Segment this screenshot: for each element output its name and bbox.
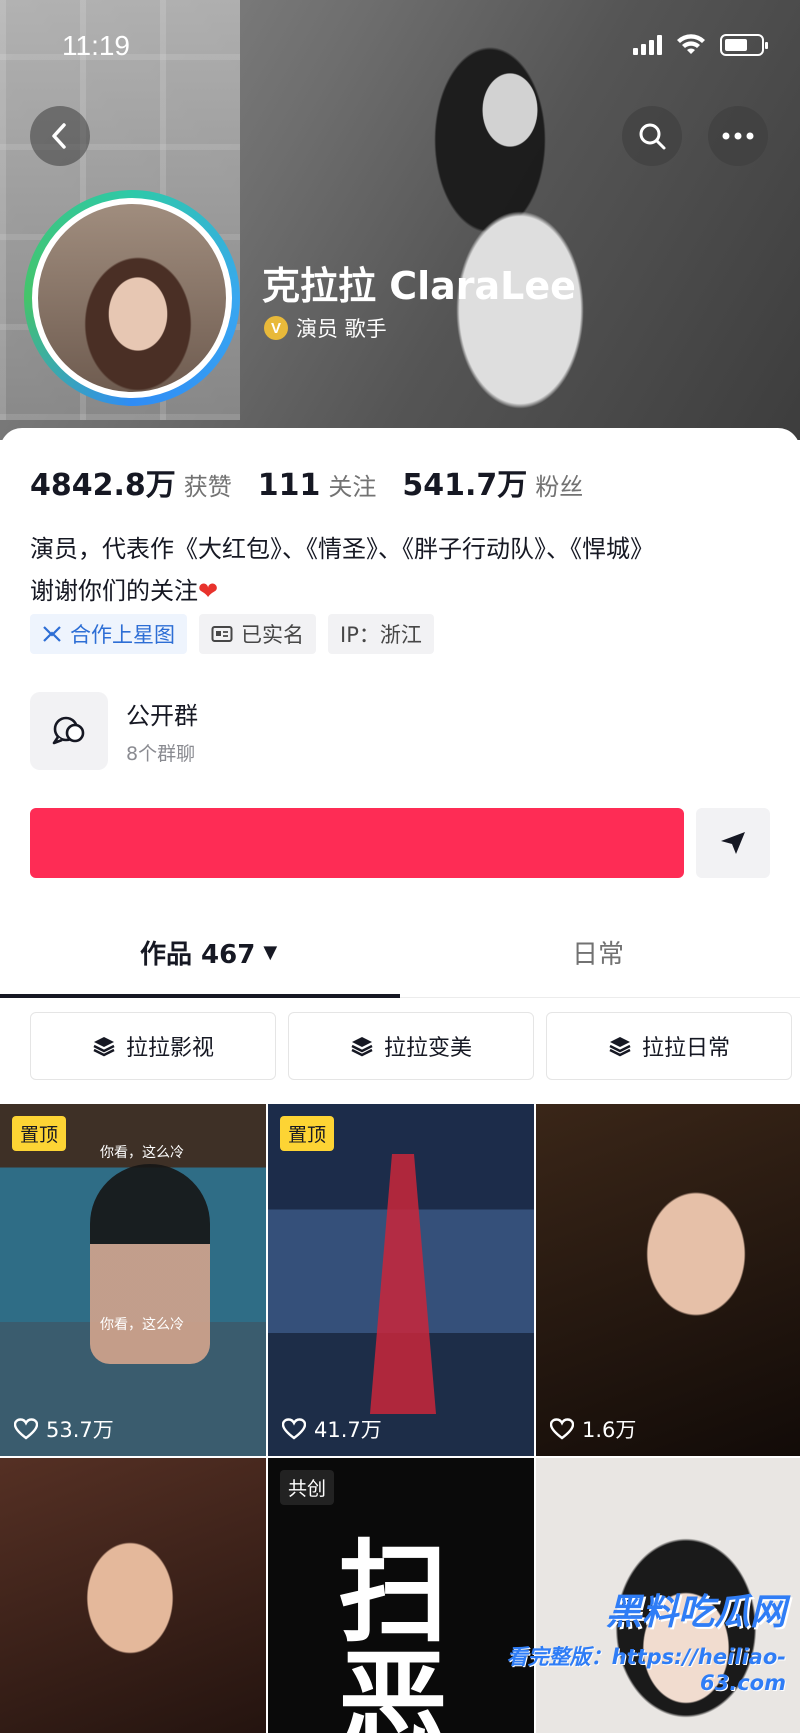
share-button[interactable] <box>696 808 770 878</box>
chevron-left-icon <box>52 123 66 149</box>
collection-movies[interactable]: 拉拉影视 <box>30 1012 276 1080</box>
avatar-story-ring[interactable] <box>24 190 240 406</box>
chip-ip-location-label: IP：浙江 <box>340 623 422 647</box>
stat-followers-value: 541.7万 <box>402 468 528 503</box>
search-button[interactable] <box>622 106 682 166</box>
more-options-button[interactable] <box>708 106 768 166</box>
stat-following-label: 关注 <box>328 473 377 501</box>
video-thumbnail[interactable]: 1.6万 <box>536 1104 800 1456</box>
verified-tags-text: 演员 歌手 <box>296 317 387 341</box>
profile-chips: 合作上星图 已实名 IP：浙江 <box>30 614 434 654</box>
group-title: 公开群 <box>126 702 198 730</box>
avatar <box>32 198 232 398</box>
status-bar: 11:19 <box>0 0 800 92</box>
heart-outline-icon <box>282 1418 306 1440</box>
watermark-url: 看完整版：https://heiliao-63.com <box>506 1645 786 1695</box>
video-likes: 53.7万 <box>14 1414 114 1444</box>
thumbnail-figure <box>370 1154 436 1414</box>
more-dots-icon <box>722 132 754 140</box>
thumbnail-figure <box>90 1164 210 1364</box>
video-thumbnail[interactable] <box>0 1458 266 1733</box>
stats-row: 4842.8万 获赞 111 关注 541.7万 粉丝 <box>30 460 583 504</box>
tab-daily-label: 日常 <box>572 939 625 970</box>
chat-bubbles-icon <box>52 716 85 745</box>
stat-followers[interactable]: 541.7万 粉丝 <box>402 460 583 504</box>
wifi-icon <box>677 34 705 54</box>
caret-down-icon: ▼ <box>263 941 278 963</box>
collection-daily-label: 拉拉日常 <box>641 1036 730 1061</box>
send-arrow-icon <box>721 832 745 854</box>
chip-star-map-label: 合作上星图 <box>70 623 175 647</box>
stat-likes-label: 获赞 <box>183 473 232 501</box>
profile-bio: 演员，代表作《大红包》、《情圣》、《胖子行动队》、《悍城》 谢谢你们的关注❤ <box>30 528 770 612</box>
chip-verified-id[interactable]: 已实名 <box>199 614 316 654</box>
video-likes-count: 41.7万 <box>314 1418 382 1442</box>
cellular-signal-icon <box>633 35 662 55</box>
video-caption: 你看，这么冷 <box>100 1317 184 1333</box>
stat-following[interactable]: 111 关注 <box>258 467 377 503</box>
collection-movies-label: 拉拉影视 <box>125 1036 214 1061</box>
video-likes-count: 1.6万 <box>582 1418 637 1442</box>
heart-outline-icon <box>14 1418 38 1440</box>
status-time: 11:19 <box>62 30 130 61</box>
video-likes: 41.7万 <box>282 1414 382 1444</box>
layers-icon <box>93 1037 115 1057</box>
collection-beauty-label: 拉拉变美 <box>383 1036 472 1061</box>
search-icon <box>639 123 666 150</box>
bio-line-2-text: 谢谢你们的关注 <box>30 577 198 605</box>
video-caption: 你看，这么冷 <box>100 1145 184 1161</box>
public-group-entry[interactable]: 公开群 8个群聊 <box>30 692 198 770</box>
group-count: 8个群聊 <box>126 743 196 765</box>
stat-likes-value: 4842.8万 <box>30 468 176 503</box>
heart-icon: ❤ <box>198 577 219 605</box>
video-thumbnail[interactable]: 你看，这么冷 你看，这么冷 置顶 53.7万 <box>0 1104 266 1456</box>
watermark-title: 黑料吃瓜网 <box>605 1592 786 1633</box>
chip-star-map[interactable]: 合作上星图 <box>30 614 187 654</box>
collections-row: 拉拉影视 拉拉变美 拉拉日常 <box>30 1012 792 1080</box>
verified-badge-icon: V <box>264 316 288 340</box>
video-thumbnail[interactable]: 置顶 41.7万 <box>268 1104 534 1456</box>
group-text: 公开群 8个群聊 <box>126 696 198 766</box>
follow-button[interactable] <box>30 808 684 878</box>
tab-works[interactable]: 作品 467 ▼ <box>140 906 277 998</box>
tab-daily[interactable]: 日常 <box>572 906 624 998</box>
id-card-icon <box>211 626 233 642</box>
watermark: 黑料吃瓜网 看完整版：https://heiliao-63.com <box>466 1583 786 1695</box>
layers-icon <box>609 1037 631 1057</box>
profile-cover: 11:19 克拉拉 ClaraLee V 演员 歌手 <box>0 0 800 440</box>
bio-line-1: 演员，代表作《大红包》、《情圣》、《胖子行动队》、《悍城》 <box>30 535 654 563</box>
profile-name: 克拉拉 ClaraLee <box>262 264 576 308</box>
video-likes: 1.6万 <box>550 1414 636 1444</box>
back-button[interactable] <box>30 106 90 166</box>
profile-card: 4842.8万 获赞 111 关注 541.7万 粉丝 演员，代表作《大红包》、… <box>0 428 800 1733</box>
status-icons <box>633 34 768 56</box>
chip-verified-id-label: 已实名 <box>241 623 304 647</box>
verified-tags[interactable]: V 演员 歌手 <box>264 313 387 343</box>
star-map-icon <box>43 626 61 642</box>
layers-icon <box>351 1037 373 1057</box>
cocreate-badge: 共创 <box>280 1470 335 1505</box>
bio-line-2: 谢谢你们的关注❤ <box>30 570 770 612</box>
content-tabs: 作品 467 ▼ 日常 <box>0 906 800 998</box>
video-likes-count: 53.7万 <box>46 1418 114 1442</box>
pinned-badge: 置顶 <box>280 1116 335 1151</box>
group-icon-box <box>30 692 108 770</box>
stat-followers-label: 粉丝 <box>535 473 584 501</box>
battery-icon <box>720 34 768 56</box>
tab-works-label: 作品 467 <box>140 939 256 970</box>
chip-ip-location: IP：浙江 <box>328 614 434 654</box>
poster-title-art: 扫恶 <box>338 1528 448 1733</box>
active-tab-indicator <box>0 994 400 998</box>
collection-beauty[interactable]: 拉拉变美 <box>288 1012 534 1080</box>
stat-following-value: 111 <box>257 468 321 503</box>
collection-daily[interactable]: 拉拉日常 <box>546 1012 792 1080</box>
stat-likes[interactable]: 4842.8万 获赞 <box>30 460 232 504</box>
heart-outline-icon <box>550 1418 574 1440</box>
pinned-badge: 置顶 <box>12 1116 67 1151</box>
